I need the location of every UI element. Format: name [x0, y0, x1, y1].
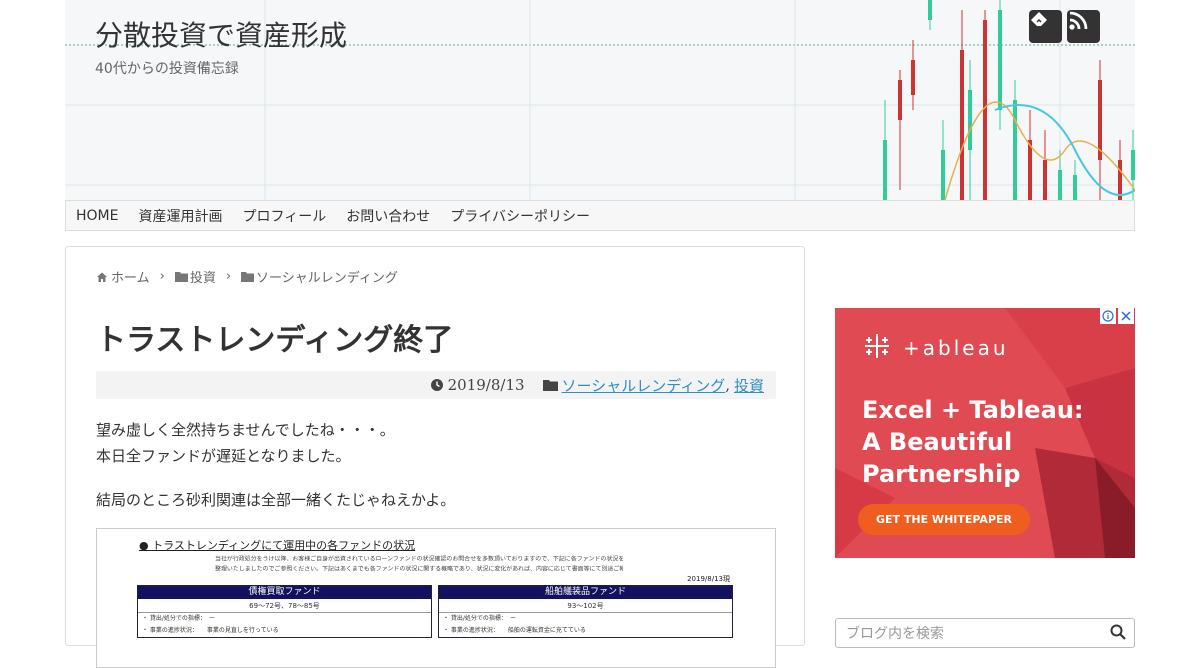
search-icon[interactable]: [1110, 624, 1126, 640]
doc-heading: ● トラストレンディングにて運用中の各ファンドの状況: [139, 539, 416, 552]
nav-item-privacy-policy[interactable]: プライバシーポリシー: [450, 206, 590, 226]
fund-box-range: 93〜102号: [439, 599, 732, 613]
breadcrumb: ホーム › 投資 › ソーシャルレンディング: [96, 267, 398, 286]
doc-text: 当社が行政処分をうけ以降、お客様ご自身が出資されているローンファンドの状況確認の…: [215, 555, 623, 563]
rss-icon: [1069, 11, 1088, 30]
tableau-logo-icon: [865, 334, 889, 358]
ad-brand: +ableau: [903, 336, 1009, 360]
ad-headline-line: A Beautiful: [862, 428, 1013, 456]
breadcrumb-category-investment[interactable]: 投資: [174, 267, 216, 286]
doc-text: 整理いたしましたのでご参照ください。下記はあくまでも各ファンドの状況に関する概略…: [215, 565, 623, 573]
post-paragraph: 本日全ファンドが遅延となりました。: [96, 447, 351, 465]
folder-icon: [241, 272, 255, 282]
nav-item-home[interactable]: HOME: [76, 208, 118, 224]
feedly-icon: [1031, 12, 1047, 26]
breadcrumb-category-label: 投資: [189, 271, 216, 286]
breadcrumb-home[interactable]: ホーム: [96, 267, 150, 286]
blog-search-input[interactable]: ブログ内を検索: [835, 618, 1135, 648]
fund-box-row: ・ 貸出/処分での指標： ー: [443, 615, 516, 622]
main-navigation: HOME 資産運用計画 プロフィール お問い合わせ プライバシーポリシー: [65, 200, 1135, 231]
info-icon: [1102, 310, 1114, 322]
post-image-fund-status[interactable]: ● トラストレンディングにて運用中の各ファンドの状況 当社が行政処分をうけ以降、…: [96, 528, 776, 668]
fund-box-row: ・ 貸出/処分での指標： ー: [142, 615, 215, 622]
article-container: ホーム › 投資 › ソーシャルレンディング トラストレンディング終了 2019…: [65, 246, 805, 668]
post-paragraph: 望み虚しく全然持ちませんでしたね・・・。: [96, 421, 395, 439]
fund-box: 船舶艤装品ファンド 93〜102号 ・ 貸出/処分での指標： ー ・ 事業の進捗…: [438, 585, 733, 638]
nav-item-investment-plan[interactable]: 資産運用計画: [138, 206, 222, 226]
fund-box-title: 債権買取ファンド: [138, 586, 431, 599]
site-description: 40代からの投資備忘録: [95, 61, 239, 77]
rss-subscribe-button[interactable]: [1067, 10, 1100, 43]
close-icon: [1121, 311, 1131, 321]
breadcrumb-category-label: ソーシャルレンディング: [256, 271, 398, 286]
search-placeholder: ブログ内を検索: [846, 626, 944, 642]
breadcrumb-home-label: ホーム: [111, 271, 150, 286]
fund-box: 債権買取ファンド 69〜72号、78〜85号 ・ 貸出/処分での指標： ー ・ …: [137, 585, 432, 638]
ad-info-button[interactable]: [1100, 308, 1116, 324]
post-date: 2019/8/13: [447, 376, 525, 394]
chevron-right-icon: ›: [159, 269, 165, 284]
fund-box-range: 69〜72号、78〜85号: [138, 599, 431, 613]
ad-close-button[interactable]: [1118, 308, 1134, 324]
breadcrumb-category-social-lending[interactable]: ソーシャルレンディング: [241, 267, 398, 286]
nav-item-contact[interactable]: お問い合わせ: [346, 206, 430, 226]
fund-box-title: 船舶艤装品ファンド: [439, 586, 732, 599]
post-meta: 2019/8/13 ソーシャルレンディング , 投資: [96, 371, 776, 399]
folder-icon: [174, 272, 188, 282]
ad-headline: Excel + Tableau: A Beautiful Partnership: [862, 394, 1083, 490]
ad-cta-button[interactable]: GET THE WHITEPAPER: [858, 504, 1030, 535]
category-separator: ,: [725, 376, 730, 394]
chevron-right-icon: ›: [225, 269, 232, 284]
post-title: トラストレンディング終了: [96, 323, 454, 358]
post-category-link[interactable]: 投資: [734, 375, 764, 396]
home-icon: [97, 272, 107, 282]
ad-headline-line: Partnership: [862, 460, 1021, 488]
site-title[interactable]: 分散投資で資産形成: [95, 14, 347, 54]
sidebar-ad-tableau[interactable]: +ableau Excel + Tableau: A Beautiful Par…: [835, 308, 1135, 558]
nav-item-profile[interactable]: プロフィール: [242, 206, 326, 226]
clock-icon: [430, 379, 443, 391]
fund-box-row: ・ 事業の進捗状況： 船舶の運転資金に充てている: [443, 627, 586, 634]
doc-date: 2019/8/13現: [687, 575, 730, 583]
post-paragraph: 結局のところ砂利関連は全部一緒くたじゃねえかよ。: [96, 491, 456, 509]
post-category-link[interactable]: ソーシャルレンディング: [562, 375, 726, 396]
folder-icon: [542, 380, 558, 391]
fund-box-row: ・ 事業の進捗状況： 事業の見直しを行っている: [142, 627, 279, 634]
site-header: 分散投資で資産形成 40代からの投資備忘録: [65, 0, 1135, 200]
ad-headline-line: Excel + Tableau:: [862, 396, 1084, 424]
feedly-follow-button[interactable]: [1029, 10, 1062, 43]
